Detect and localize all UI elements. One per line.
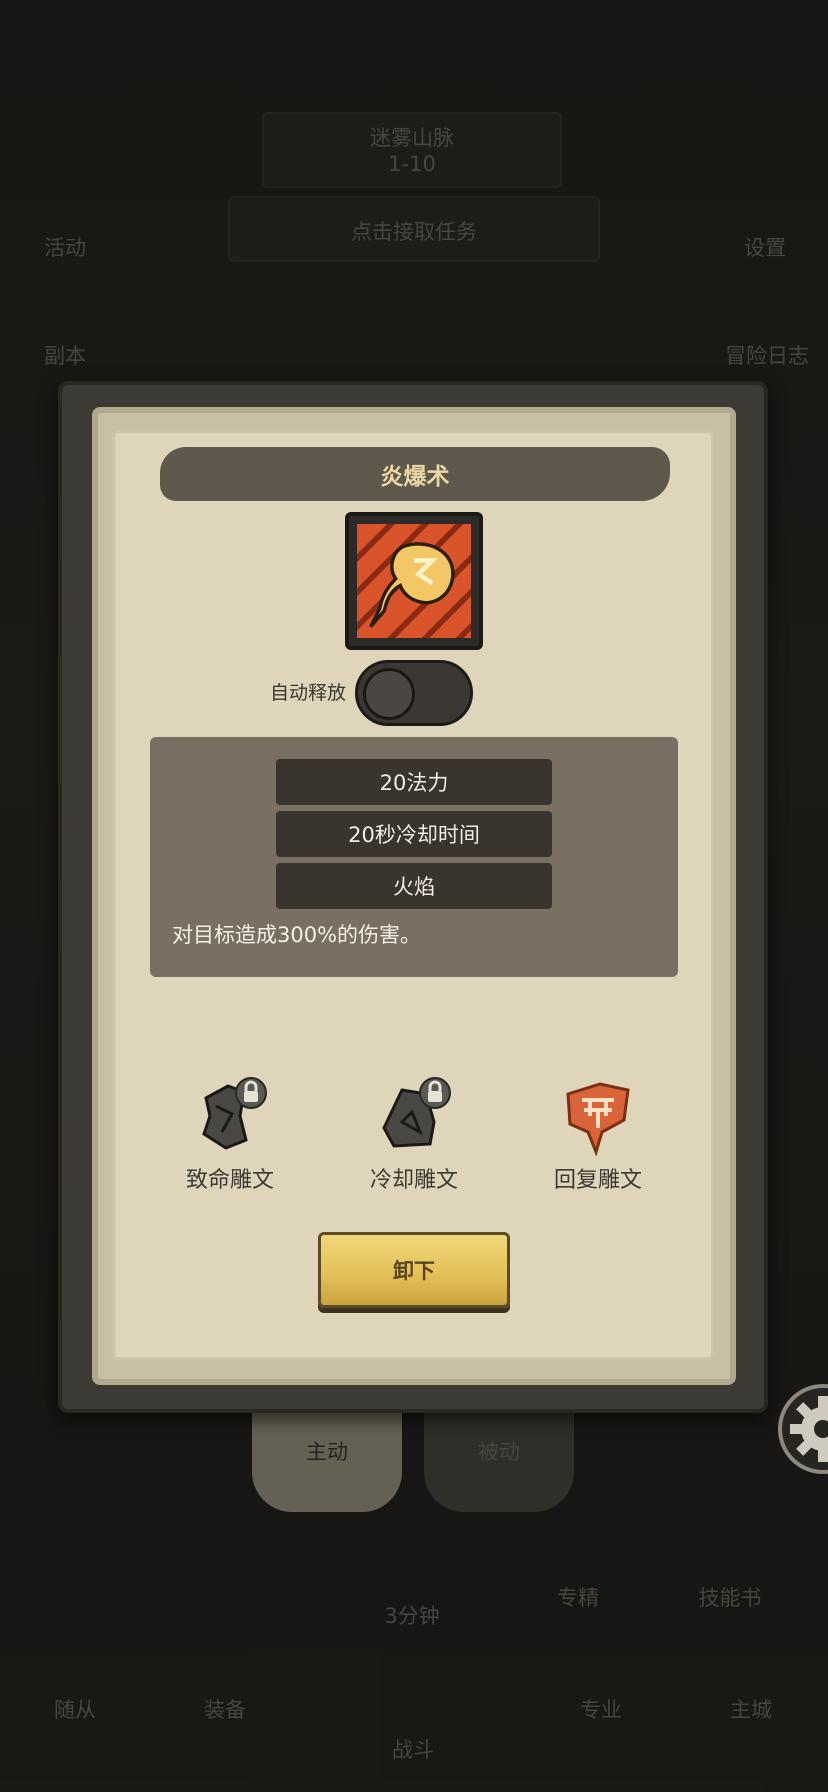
skill-icon-frame: [343, 510, 485, 652]
skill-info-panel: 20法力 20秒冷却时间 火焰 对目标造成300%的伤害。: [150, 737, 678, 977]
rune-label-fatal: 致命雕文: [185, 1168, 274, 1193]
unequip-button-label: 卸下: [393, 1259, 435, 1283]
unequip-button[interactable]: 卸下: [318, 1232, 510, 1308]
title-banner: 炎爆术: [160, 447, 670, 501]
recovery-rune-icon: [560, 1076, 636, 1157]
stat-mana-cost: 20法力: [276, 759, 552, 805]
skill-title: 炎爆术: [380, 464, 450, 490]
toggle-knob: [363, 668, 415, 720]
rune-label-recovery: 回复雕文: [553, 1168, 642, 1193]
cooldown-rune-icon: [376, 1076, 452, 1156]
fireball-icon: [343, 510, 485, 652]
skill-description: 对目标造成300%的伤害。: [172, 923, 422, 947]
auto-cast-label: 自动释放: [269, 682, 346, 704]
lock-icon: [235, 1077, 267, 1109]
fatal-rune-icon: [192, 1076, 268, 1156]
auto-cast-toggle[interactable]: [355, 660, 473, 726]
rune-label-cooldown: 冷却雕文: [369, 1168, 458, 1193]
stat-element: 火焰: [276, 863, 552, 909]
lock-icon: [419, 1077, 451, 1109]
rune-slot-recovery[interactable]: 回复雕文: [538, 1076, 658, 1194]
rune-slot-fatal[interactable]: 致命雕文: [170, 1076, 290, 1194]
gear-icon[interactable]: [778, 1384, 828, 1474]
rune-slot-cooldown[interactable]: 冷却雕文: [354, 1076, 474, 1194]
stat-cooldown: 20秒冷却时间: [276, 811, 552, 857]
